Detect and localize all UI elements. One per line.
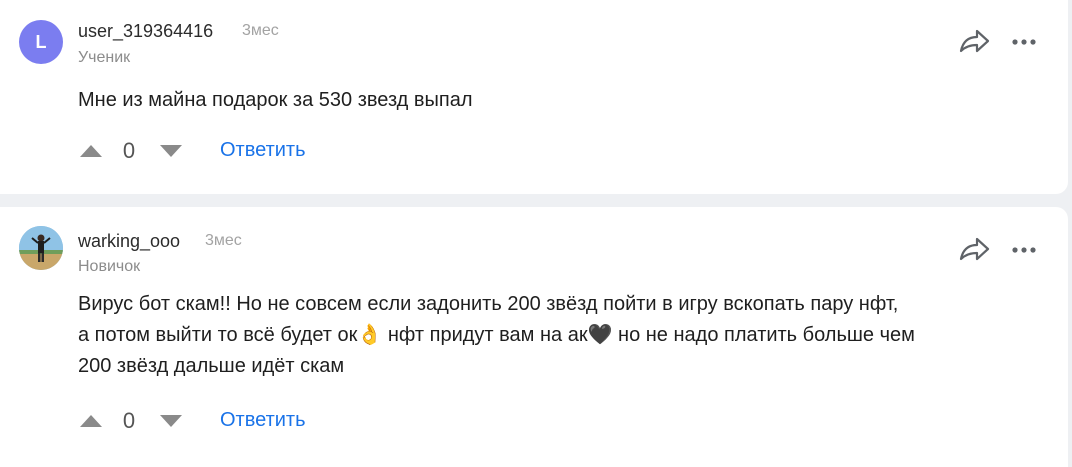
arrow-up-icon (80, 145, 102, 157)
ok-hand-emoji: 👌 (357, 324, 383, 346)
text-segment: нфт придут вам на ак (382, 324, 588, 346)
share-icon (959, 237, 990, 261)
more-icon (1012, 39, 1036, 45)
avatar-letter: L (35, 31, 47, 52)
comment-text-line: 200 звёзд дальше идёт скам (78, 355, 345, 377)
arrow-down-icon (160, 415, 182, 427)
comment-text-line: а потом выйти то всё будет ок👌 нфт приду… (78, 320, 1058, 351)
comment-text: Мне из майна подарок за 530 звезд выпал (78, 89, 473, 111)
text-segment: но не надо платить больше чем (612, 324, 915, 346)
share-icon (959, 29, 990, 53)
avatar-photo (19, 226, 63, 270)
comment-text: Вирус бот скам!! Но не совсем если задон… (78, 289, 1058, 382)
timestamp: 3мес (205, 232, 242, 249)
vote-count: 0 (122, 408, 136, 433)
share-button[interactable] (958, 27, 992, 57)
avatar[interactable]: L (19, 20, 63, 64)
reply-button[interactable]: Ответить (220, 139, 306, 162)
downvote-button[interactable] (158, 413, 184, 429)
downvote-button[interactable] (158, 143, 184, 159)
arrow-down-icon (160, 145, 182, 157)
black-heart-emoji: 🖤 (587, 324, 613, 346)
reply-button[interactable]: Ответить (220, 409, 306, 432)
user-role: Ученик (78, 49, 131, 66)
text-segment: а потом выйти то всё будет ок (78, 324, 358, 346)
comment-card: warking_ooo 3мес Новичок Вирус бот скам!… (0, 207, 1068, 467)
comment-card: L user_319364416 3мес Ученик Мне из майн… (0, 0, 1068, 194)
upvote-button[interactable] (78, 143, 104, 159)
more-button[interactable] (1010, 242, 1040, 258)
more-icon (1012, 247, 1036, 253)
avatar[interactable] (19, 226, 63, 270)
vote-count: 0 (122, 138, 136, 163)
comment-text-line: Вирус бот скам!! Но не совсем если задон… (78, 293, 899, 315)
user-role: Новичок (78, 258, 141, 275)
upvote-button[interactable] (78, 413, 104, 429)
username[interactable]: warking_ooo (78, 231, 180, 252)
arrow-up-icon (80, 415, 102, 427)
share-button[interactable] (958, 235, 992, 265)
username[interactable]: user_319364416 (78, 21, 213, 42)
more-button[interactable] (1010, 34, 1040, 50)
timestamp: 3мес (242, 22, 279, 39)
